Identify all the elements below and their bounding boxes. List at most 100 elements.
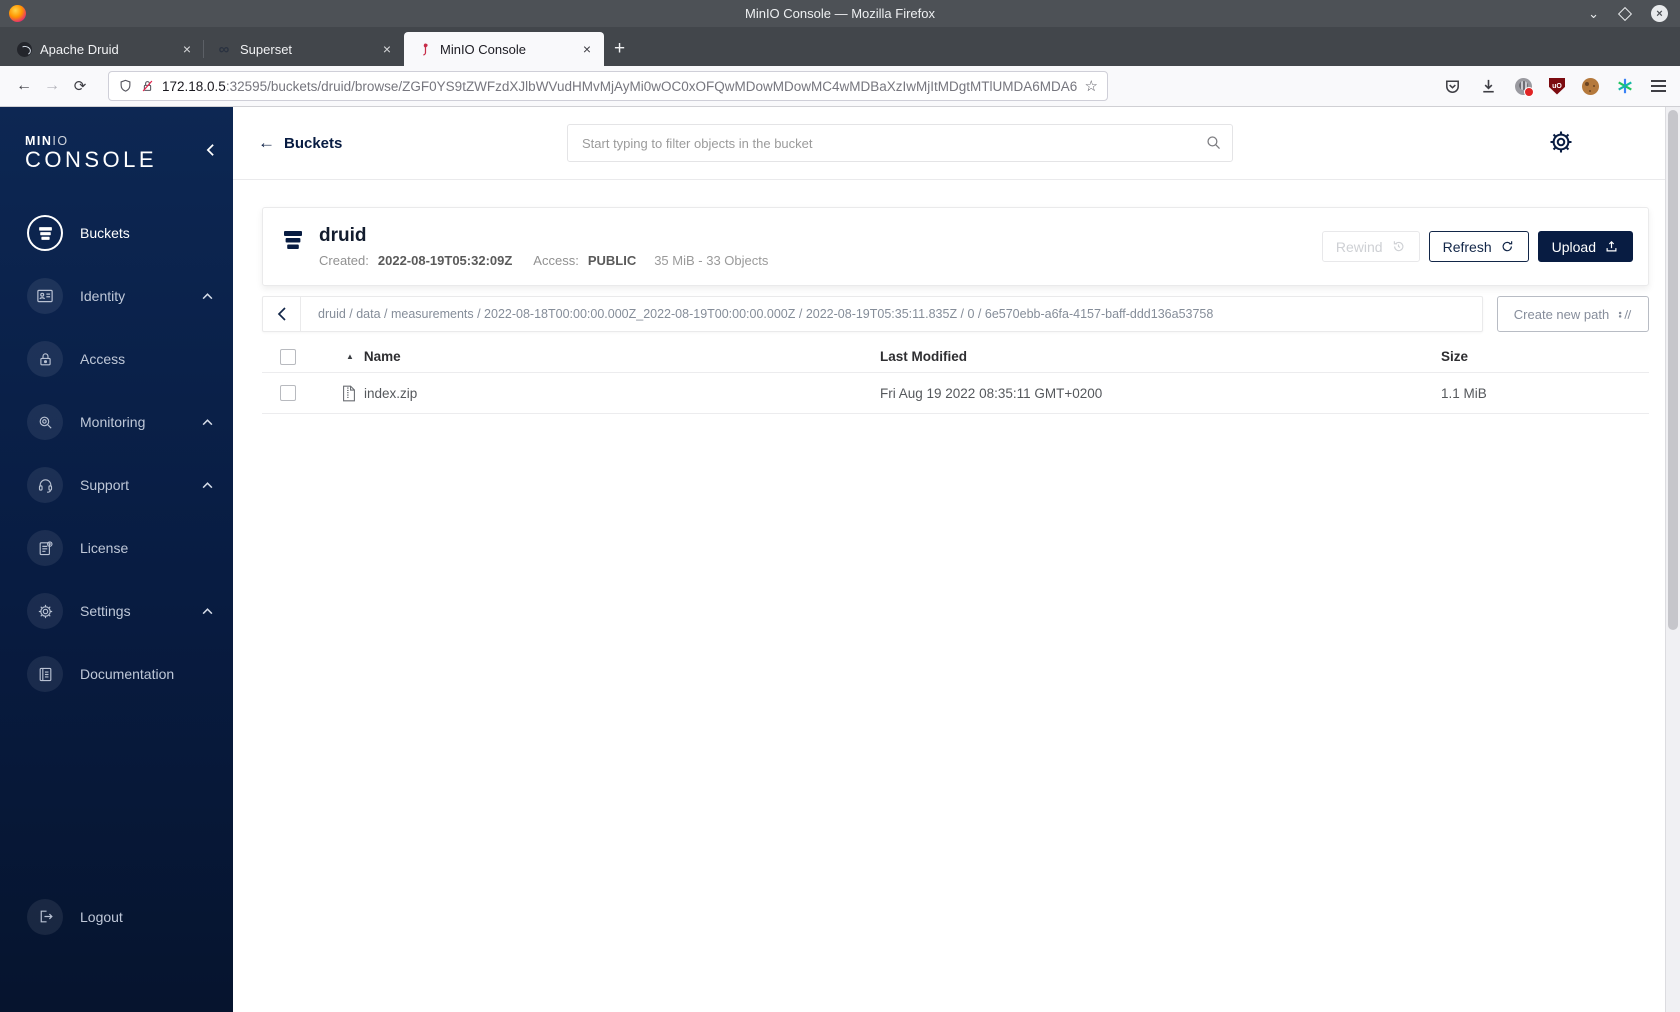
sidebar-item-documentation[interactable]: Documentation: [0, 643, 233, 706]
url-bar[interactable]: 172.18.0.5:32595/buckets/druid/browse/ZG…: [108, 71, 1108, 101]
cookie-extension-icon[interactable]: [1582, 77, 1599, 95]
back-arrow-icon: ←: [258, 133, 275, 152]
ublock-origin-icon[interactable]: uO: [1549, 77, 1565, 95]
window-title: MinIO Console — Mozilla Firefox: [745, 6, 935, 21]
objects-table: ▲ Name Last Modified Size index.zip Fri …: [262, 341, 1649, 414]
tab-close-icon[interactable]: ×: [380, 41, 394, 57]
scrollbar[interactable]: [1665, 107, 1680, 1012]
row-checkbox[interactable]: [280, 385, 296, 401]
identity-card-icon: [27, 278, 63, 315]
menu-icon[interactable]: [1651, 80, 1666, 92]
object-filter-input[interactable]: [567, 124, 1233, 162]
extension-icon[interactable]: [1515, 77, 1534, 97]
sidebar-item-monitoring[interactable]: Monitoring: [0, 391, 233, 454]
rewind-button[interactable]: Rewind: [1321, 231, 1420, 262]
object-last-modified: Fri Aug 19 2022 08:35:11 GMT+0200: [880, 385, 1103, 401]
refresh-icon: [1502, 241, 1512, 252]
upload-icon: [1606, 240, 1617, 252]
lock-icon: [27, 341, 63, 378]
object-size: 1.1 MiB: [1441, 385, 1487, 401]
settings-gear-icon[interactable]: [1548, 129, 1574, 155]
tab-superset[interactable]: ∞ Superset ×: [203, 32, 404, 66]
url-text[interactable]: 172.18.0.5:32595/buckets/druid/browse/ZG…: [162, 79, 1078, 94]
sidebar-item-label: Support: [80, 477, 130, 494]
create-new-path-button[interactable]: Create new path: [1497, 296, 1649, 332]
back-label: Buckets: [284, 134, 343, 152]
minio-favicon: [416, 41, 432, 57]
object-filter: [567, 124, 1233, 162]
sort-asc-icon[interactable]: ▲: [346, 352, 354, 361]
column-header-size[interactable]: Size: [1429, 349, 1509, 364]
window-close-icon[interactable]: ×: [1651, 5, 1668, 22]
tab-close-icon[interactable]: ×: [580, 41, 594, 57]
shield-icon[interactable]: [118, 78, 133, 94]
window-titlebar: MinIO Console — Mozilla Firefox ⌄ ×: [0, 0, 1680, 27]
chevron-up-icon[interactable]: [202, 482, 213, 489]
created-value: 2022-08-19T05:32:09Z: [377, 252, 513, 268]
superset-favicon: ∞: [218, 40, 230, 58]
sidebar-item-logout[interactable]: Logout: [0, 885, 233, 948]
access-value: PUBLIC: [587, 252, 637, 268]
bucket-summary-card: druid Created: 2022-08-19T05:32:09Z Acce…: [262, 207, 1649, 286]
license-document-icon: [27, 530, 63, 567]
druid-favicon: [16, 41, 32, 57]
scrollbar-thumb[interactable]: [1668, 110, 1678, 630]
refresh-button[interactable]: Refresh: [1428, 231, 1529, 262]
tab-close-icon[interactable]: ×: [180, 41, 194, 57]
chevron-up-icon[interactable]: [202, 608, 213, 615]
bookmark-star-icon[interactable]: ☆: [1085, 77, 1098, 95]
window-maximize-icon[interactable]: [1617, 6, 1633, 21]
select-all-checkbox[interactable]: [280, 348, 296, 365]
window-minimize-icon[interactable]: ⌄: [1588, 7, 1599, 20]
upload-button[interactable]: Upload: [1537, 231, 1633, 262]
objects-table-header: ▲ Name Last Modified Size: [262, 341, 1649, 373]
sidebar-item-label: License: [80, 540, 129, 557]
sidebar: MINIO CONSOLE Buckets Identity Access Mo…: [0, 107, 233, 1012]
forward-icon[interactable]: →: [38, 77, 66, 95]
sidebar-collapse-icon[interactable]: [206, 143, 215, 157]
bucket-name: druid: [319, 225, 367, 247]
tab-bar: Apache Druid × ∞ Superset × MinIO Consol…: [0, 27, 1680, 66]
sidebar-item-license[interactable]: License: [0, 517, 233, 580]
bucket-usage-summary: 35 MiB - 33 Objects: [654, 252, 769, 268]
breadcrumb-back-button[interactable]: [263, 297, 301, 331]
sidebar-item-buckets[interactable]: Buckets: [0, 202, 233, 265]
sidebar-item-access[interactable]: Access: [0, 328, 233, 391]
tab-minio-console[interactable]: MinIO Console ×: [404, 32, 604, 66]
sidebar-item-label: Buckets: [80, 225, 130, 242]
table-row[interactable]: index.zip Fri Aug 19 2022 08:35:11 GMT+0…: [262, 373, 1649, 414]
chevron-up-icon[interactable]: [202, 293, 213, 300]
back-to-buckets-link[interactable]: ← Buckets: [258, 133, 342, 153]
pocket-icon[interactable]: [1443, 77, 1462, 96]
rewind-icon: [1393, 241, 1404, 252]
sidebar-item-settings[interactable]: Settings: [0, 580, 233, 643]
downloads-icon[interactable]: [1479, 77, 1498, 96]
insecure-lock-icon[interactable]: [140, 78, 155, 94]
sidebar-item-label: Logout: [80, 908, 123, 925]
breadcrumb[interactable]: druid / data / measurements / 2022-08-18…: [301, 307, 1213, 321]
new-tab-button[interactable]: +: [614, 38, 625, 60]
chevron-up-icon[interactable]: [202, 419, 213, 426]
tab-apache-druid[interactable]: Apache Druid ×: [4, 32, 204, 66]
column-header-name[interactable]: Name: [364, 349, 401, 364]
support-headset-icon: [27, 467, 63, 504]
created-label: Created:: [319, 252, 369, 268]
breadcrumb-bar: druid / data / measurements / 2022-08-18…: [262, 296, 1483, 332]
monitoring-magnifier-icon: [27, 404, 63, 441]
column-header-last-modified[interactable]: Last Modified: [880, 349, 1429, 364]
gear-icon: [27, 593, 63, 630]
object-name[interactable]: index.zip: [364, 386, 417, 401]
chevron-left-icon: [277, 307, 286, 321]
sidebar-item-label: Monitoring: [80, 414, 146, 431]
browser-toolbar: ← → ⟳ 172.18.0.5:32595/buckets/druid/bro…: [0, 66, 1680, 107]
bucket-icon: [281, 228, 305, 252]
sidebar-item-identity[interactable]: Identity: [0, 265, 233, 328]
asterisk-extension-icon[interactable]: [1616, 77, 1634, 95]
logout-icon: [27, 898, 63, 935]
back-icon[interactable]: ←: [10, 77, 38, 95]
main-panel: ← Buckets druid: [233, 107, 1680, 1012]
sidebar-item-support[interactable]: Support: [0, 454, 233, 517]
reload-icon[interactable]: ⟳: [66, 77, 94, 95]
bucket-icon: [27, 215, 63, 252]
search-icon: [1205, 134, 1222, 151]
